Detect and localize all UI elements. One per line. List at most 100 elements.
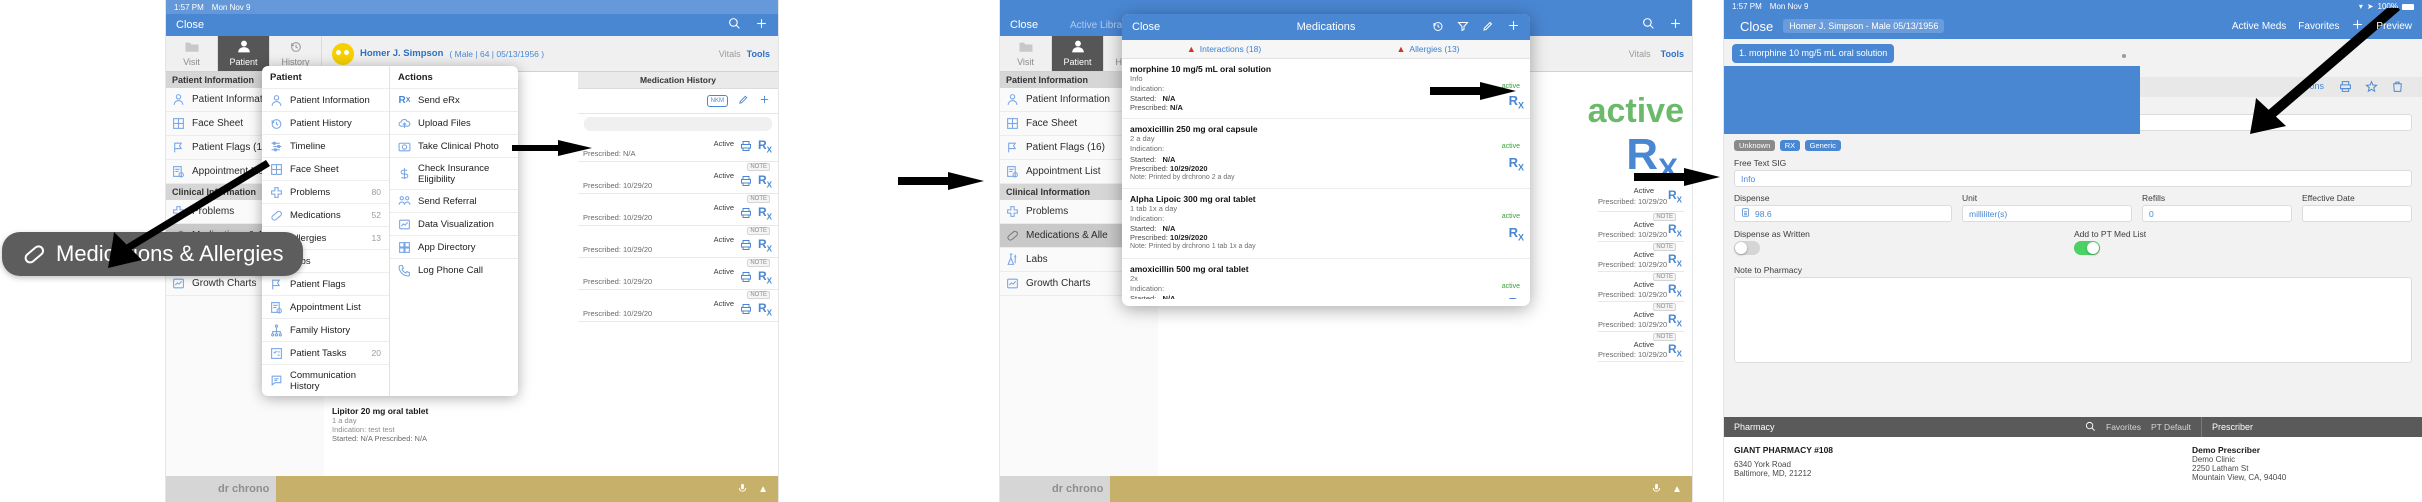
print-icon[interactable] (740, 270, 752, 288)
collapse-icon[interactable]: ▲ (1672, 484, 1682, 495)
rx-icon[interactable]: RX (1668, 282, 1682, 298)
plus-icon[interactable] (1507, 19, 1520, 35)
rx-icon[interactable]: RX (1509, 295, 1524, 299)
menu-item-patient-information[interactable]: Patient Information (262, 88, 389, 111)
table-row[interactable]: NOTE Active Prescribed: 10/29/20 RX (578, 162, 778, 194)
interactions-link[interactable]: ▲ Interactions (18) (1122, 44, 1326, 54)
search-icon[interactable] (1642, 17, 1655, 33)
table-row[interactable]: NOTE Active Prescribed: 10/29/20 RX (578, 226, 778, 258)
microphone-icon[interactable] (1651, 482, 1662, 500)
nkm-badge[interactable]: NKM (706, 95, 728, 107)
allergies-link[interactable]: ▲ Allergies (13) (1326, 44, 1530, 54)
plus-icon[interactable] (2351, 18, 2364, 34)
plus-icon[interactable] (759, 92, 770, 110)
tools-button[interactable]: Tools (1661, 49, 1684, 59)
rx-icon[interactable]: RX (1668, 252, 1682, 268)
menu-item-problems[interactable]: Problems 80 (262, 180, 389, 203)
rx-icon[interactable]: RX (758, 269, 772, 285)
add-to-pt-med-list-toggle[interactable] (2074, 241, 2100, 255)
close-button[interactable]: Close (176, 19, 204, 31)
close-button[interactable]: Close (1740, 19, 1773, 34)
rx-icon[interactable]: RX (758, 301, 772, 317)
print-icon[interactable] (740, 238, 752, 256)
effective-date-field[interactable] (2302, 205, 2412, 222)
rx-icon[interactable]: RX (1509, 225, 1524, 243)
table-row[interactable]: NOTE Active Prescribed: 10/29/20 RX (1598, 272, 1684, 302)
microphone-icon[interactable] (737, 482, 748, 500)
options-label[interactable]: ons (2309, 81, 2324, 91)
rx-icon[interactable]: RX (758, 237, 772, 253)
menu-item-send-referral[interactable]: Send Referral (390, 189, 518, 212)
plus-icon[interactable] (1669, 17, 1682, 33)
list-item-medication[interactable]: amoxicillin 250 mg oral capsule 2 a day … (1122, 119, 1530, 189)
list-item-medication[interactable]: Alpha Lipoic 300 mg oral tablet 1 tab 1x… (1122, 189, 1530, 259)
tab-visit[interactable]: Visit (166, 36, 218, 71)
print-icon[interactable] (740, 302, 752, 320)
rx-icon[interactable]: RX (758, 173, 772, 189)
table-row[interactable]: NOTE Active Prescribed: 10/29/20 RX (578, 290, 778, 322)
rx-icon[interactable]: RX (1509, 93, 1524, 111)
dispense-field[interactable]: 98.6 (1734, 205, 1952, 222)
favorites-button[interactable]: Favorites (2298, 21, 2339, 32)
print-icon[interactable] (740, 174, 752, 192)
table-row[interactable]: NOTE Active Prescribed: 10/29/20 RX (1598, 332, 1684, 362)
list-item-lipitor[interactable]: Lipitor 20 mg oral tablet 1 a day Indica… (324, 402, 778, 447)
unit-field[interactable]: milliliter(s) (1962, 205, 2132, 222)
preview-button[interactable]: Preview (2376, 21, 2412, 32)
dispense-as-written-toggle[interactable] (1734, 241, 1760, 255)
tools-button[interactable]: Tools (747, 49, 770, 59)
search-icon[interactable] (2085, 421, 2096, 434)
refills-field[interactable]: 0 (2142, 205, 2292, 222)
menu-item-family-history[interactable]: Family History (262, 318, 389, 341)
menu-item-communication-history[interactable]: Communication History (262, 364, 389, 396)
print-icon[interactable] (740, 139, 752, 157)
table-row[interactable]: NOTE Active Prescribed: 10/29/20 RX (1598, 302, 1684, 332)
menu-item-face-sheet[interactable]: Face Sheet (262, 157, 389, 180)
rx-chip[interactable]: 1. morphine 10 mg/5 mL oral solution (1732, 44, 1895, 64)
tab-visit[interactable]: Visit (1000, 36, 1052, 71)
history-icon[interactable] (1432, 20, 1444, 35)
pencil-icon[interactable] (738, 92, 749, 110)
calculator-icon[interactable] (1741, 208, 1750, 219)
table-row[interactable]: NOTE Active Prescribed: 10/29/20 RX (1598, 212, 1684, 242)
search-icon[interactable] (728, 17, 741, 33)
list-item-medication[interactable]: amoxicillin 500 mg oral tablet 2x Indica… (1122, 259, 1530, 299)
print-icon[interactable] (740, 206, 752, 224)
patient-chip[interactable]: Homer J. Simpson - Male 05/13/1956 (1783, 19, 1945, 33)
list-item-medication[interactable]: morphine 10 mg/5 mL oral solution Info I… (1122, 59, 1530, 120)
menu-item-data-visualization[interactable]: Data Visualization (390, 212, 518, 235)
rx-icon[interactable]: RX (1668, 222, 1682, 238)
collapse-icon[interactable]: ▲ (758, 484, 768, 495)
menu-item-appointment-list[interactable]: Appointment List (262, 295, 389, 318)
star-icon[interactable] (2365, 80, 2378, 98)
table-row[interactable]: NOTE Active Prescribed: 10/29/20 RX (578, 194, 778, 226)
menu-item-take-clinical-photo[interactable]: Take Clinical Photo (390, 134, 518, 157)
plus-icon[interactable] (755, 17, 768, 33)
rx-icon[interactable]: RX (1668, 188, 1682, 204)
menu-item-patient-tasks[interactable]: Patient Tasks 20 (262, 341, 389, 364)
menu-item-medications[interactable]: Medications 52 (262, 203, 389, 226)
table-row[interactable]: Active Prescribed: 10/29/20 RX (1598, 182, 1684, 212)
menu-item-patient-history[interactable]: Patient History (262, 111, 389, 134)
pharmacy-favorites-button[interactable]: Favorites (2106, 422, 2141, 432)
filter-icon[interactable] (1457, 20, 1469, 35)
rx-icon[interactable]: RX (1668, 342, 1682, 358)
menu-item-app-directory[interactable]: App Directory (390, 235, 518, 258)
table-row[interactable]: Active Prescribed: N/A RX (578, 130, 778, 162)
menu-item-check-insurance-eligibility[interactable]: Check Insurance Eligibility (390, 157, 518, 189)
pencil-icon[interactable] (1482, 20, 1494, 35)
print-icon[interactable] (2339, 80, 2352, 98)
note-to-pharmacy-field[interactable] (1734, 277, 2412, 363)
table-row[interactable]: NOTE Active Prescribed: 10/29/20 RX (578, 258, 778, 290)
rx-icon[interactable]: RX (758, 205, 772, 221)
close-button[interactable]: Close (1010, 19, 1038, 31)
active-meds-button[interactable]: Active Meds (2232, 21, 2286, 32)
patient-name[interactable]: Homer J. Simpson (360, 48, 443, 59)
vitals-button[interactable]: Vitals (719, 49, 741, 59)
pharmacy-pt-default-button[interactable]: PT Default (2151, 422, 2191, 432)
tab-patient[interactable]: Patient (218, 36, 270, 71)
medication-list[interactable]: morphine 10 mg/5 mL oral solution Info I… (1122, 59, 1530, 299)
rx-icon[interactable]: RX (1668, 312, 1682, 328)
menu-item-timeline[interactable]: Timeline (262, 134, 389, 157)
vitals-button[interactable]: Vitals (1629, 49, 1651, 59)
